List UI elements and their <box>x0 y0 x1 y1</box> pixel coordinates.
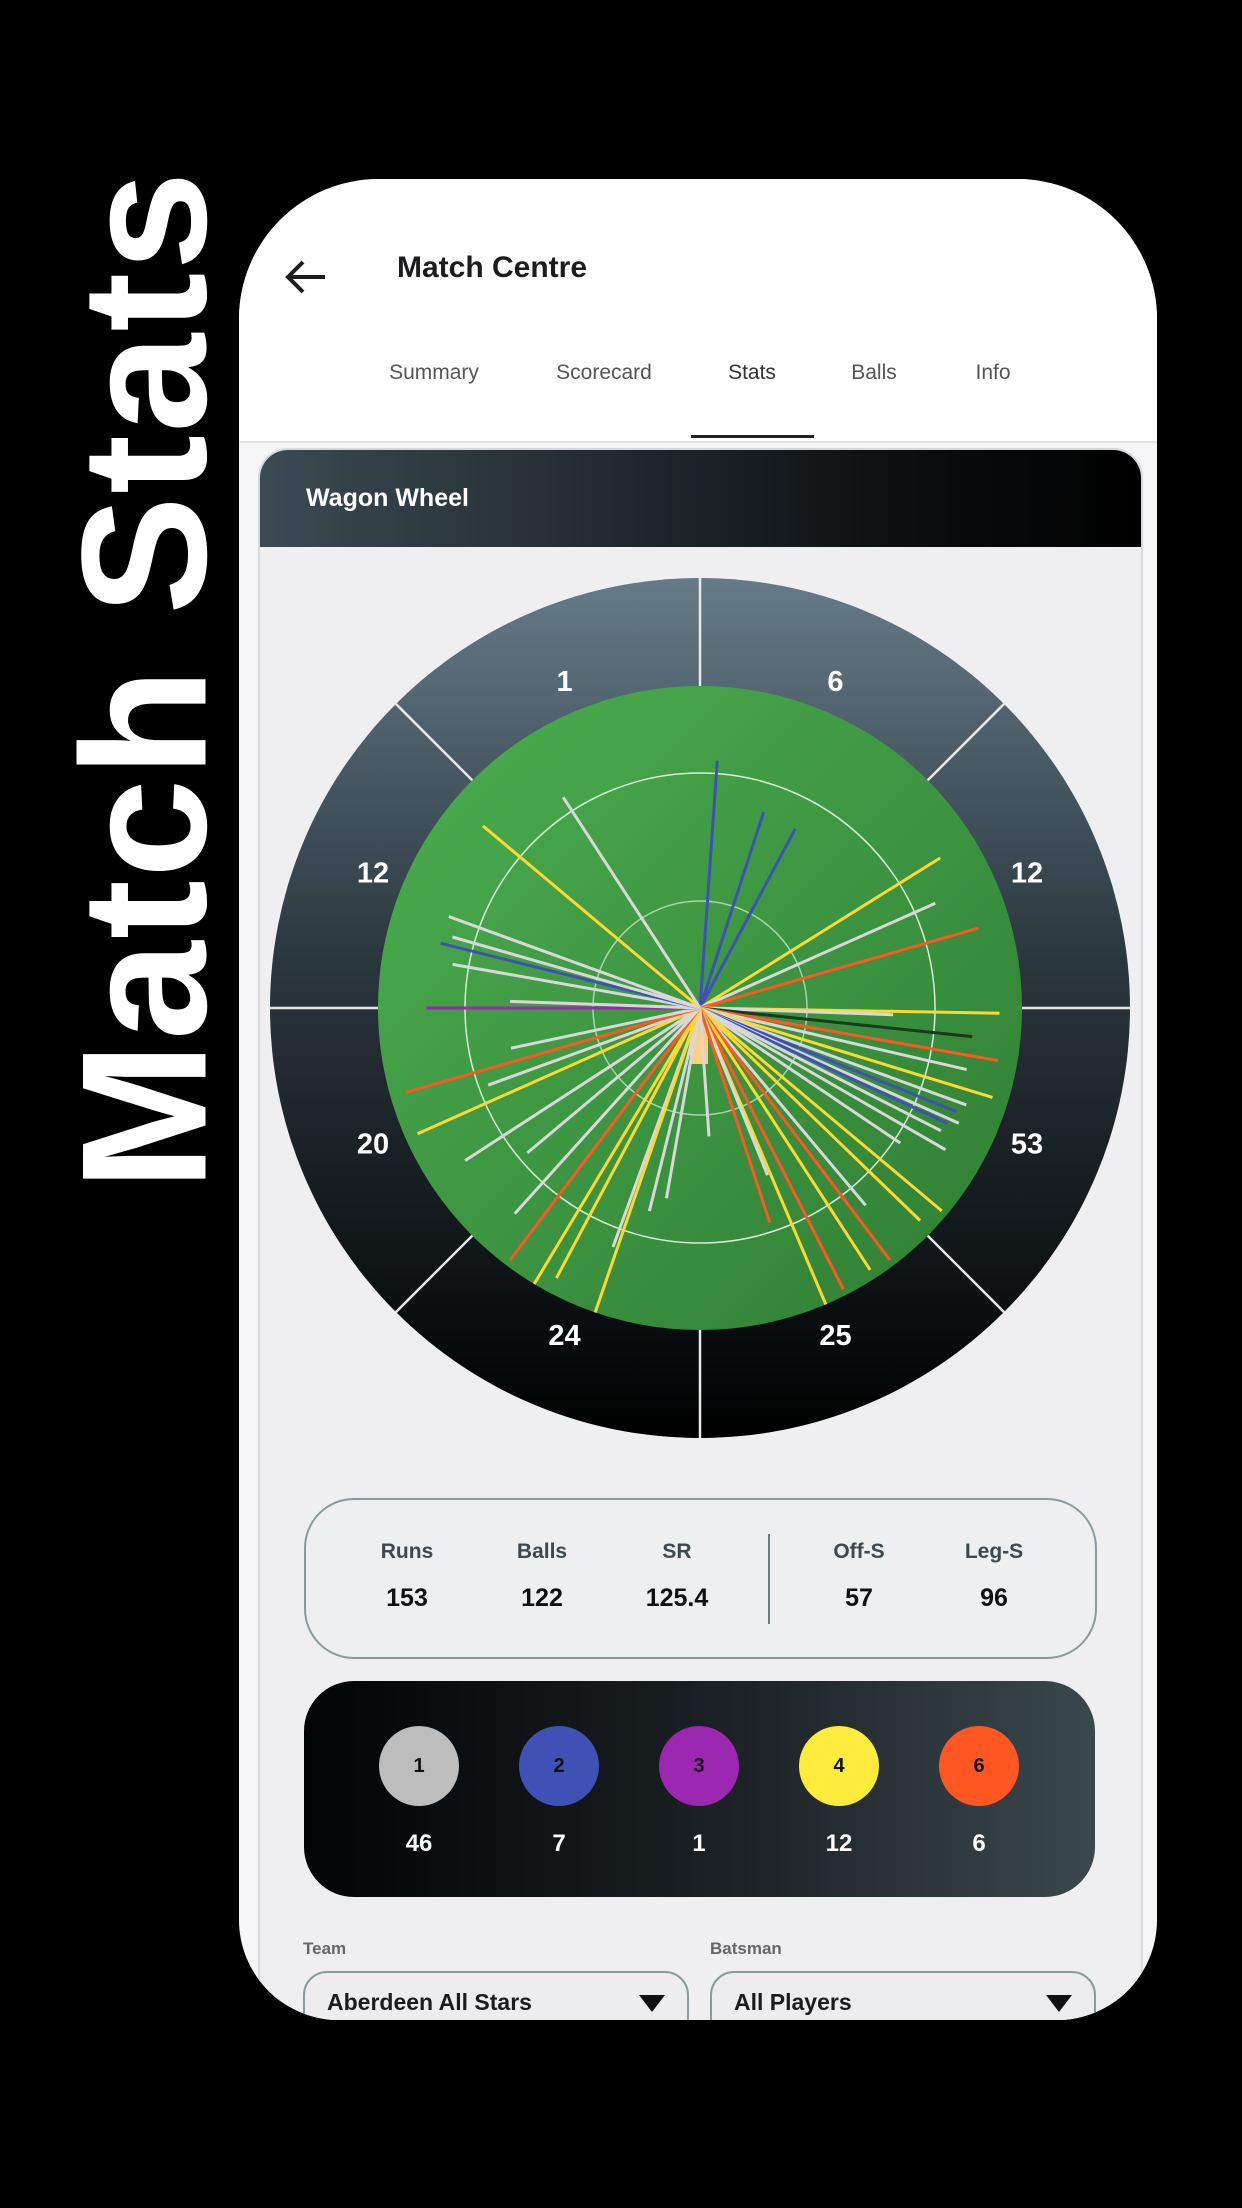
active-tab-indicator <box>691 435 814 438</box>
segment-runs-label: 24 <box>548 1320 580 1352</box>
run-badge: 4 <box>799 1726 879 1806</box>
segment-runs-label: 6 <box>827 666 843 698</box>
run-type-1: 1 46 <box>379 1726 459 1858</box>
app-bar: Match Centre Summary Scorecard Stats Bal… <box>239 179 1157 443</box>
run-type-2: 27 <box>519 1726 599 1858</box>
tab-summary[interactable]: Summary <box>389 361 479 385</box>
run-count: 46 <box>405 1830 433 1857</box>
batsman-filter-label: Batsman <box>710 1939 782 1958</box>
page-title: Match Centre <box>397 251 588 284</box>
run-count: 1 <box>692 1830 706 1857</box>
segment-runs-label: 12 <box>357 858 389 890</box>
page-banner-title: Match Stats <box>44 169 244 1191</box>
phone-screen: Match Centre Summary Scorecard Stats Bal… <box>239 179 1157 2020</box>
tab-balls[interactable]: Balls <box>851 361 897 385</box>
run-type-6: 66 <box>939 1726 1019 1858</box>
run-type-breakdown: 1 46 2 7 3 1 4 12 6 6 <box>304 1681 1095 1897</box>
dropdown-arrow-icon <box>639 1995 665 2012</box>
batsman-dropdown[interactable]: All Players <box>710 1971 1096 2020</box>
batting-summary: Runs 153 Balls 122 SR 125.4 Off-S 57 Leg-S 96 <box>304 1498 1097 1659</box>
segment-runs-label: 25 <box>819 1320 851 1352</box>
stat-runs: Runs 153 <box>380 1540 434 1612</box>
run-badge: 2 <box>519 1726 599 1806</box>
segment-runs-label: 12 <box>1011 858 1043 890</box>
card-title: Wagon Wheel <box>260 450 1141 547</box>
batsman-dropdown-value: All Players <box>734 1989 852 2015</box>
stat-strike-rate: SR 125.4 <box>645 1540 709 1612</box>
tab-stats[interactable]: Stats <box>728 361 776 385</box>
segment-runs-label: 20 <box>357 1128 389 1160</box>
run-badge: 3 <box>659 1726 739 1806</box>
dropdown-arrow-icon <box>1046 1995 1072 2012</box>
run-type-4: 4 12 <box>799 1726 879 1858</box>
run-count: 12 <box>825 1830 853 1857</box>
tab-info[interactable]: Info <box>975 361 1010 385</box>
run-badge: 6 <box>939 1726 1019 1806</box>
run-type-3: 31 <box>659 1726 739 1858</box>
team-dropdown[interactable]: Aberdeen All Stars <box>303 1971 689 2020</box>
stat-off-side: Off-S 57 <box>833 1540 885 1612</box>
wagon-wheel-chart: 6 12 53 25 24 20 12 1 <box>270 578 1130 1438</box>
team-filter-label: Team <box>303 1939 347 1958</box>
stat-balls: Balls 122 <box>516 1540 568 1612</box>
run-count: 7 <box>552 1830 566 1857</box>
run-badge: 1 <box>379 1726 459 1806</box>
team-dropdown-value: Aberdeen All Stars <box>327 1989 532 2015</box>
tab-scorecard[interactable]: Scorecard <box>556 361 652 385</box>
segment-runs-label: 53 <box>1011 1128 1043 1160</box>
divider <box>768 1534 770 1624</box>
run-count: 6 <box>972 1830 986 1857</box>
stat-leg-side: Leg-S 96 <box>964 1540 1024 1612</box>
arrow-left-icon[interactable] <box>277 247 337 307</box>
segment-runs-label: 1 <box>556 666 572 698</box>
